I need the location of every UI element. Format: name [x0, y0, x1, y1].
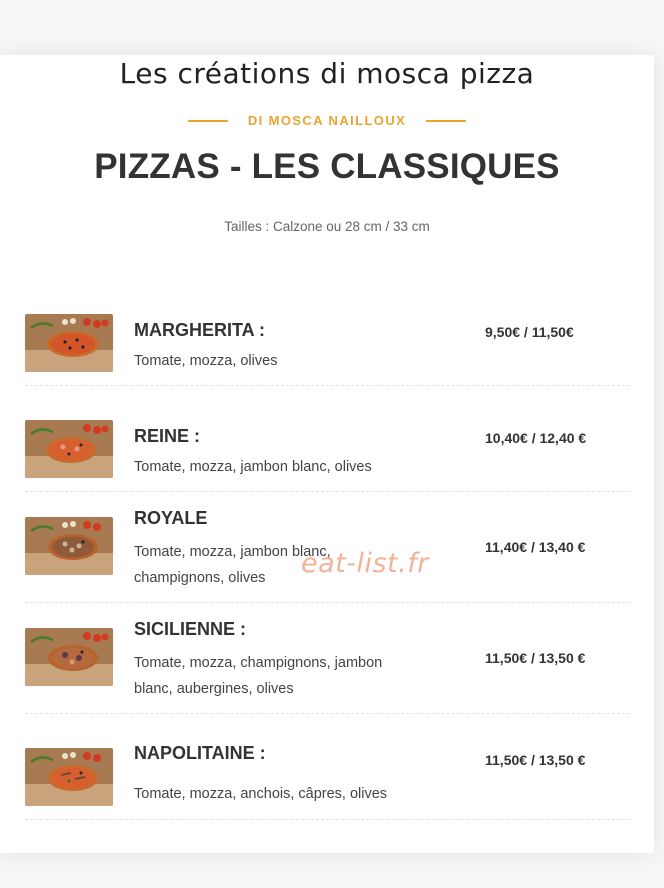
item-description: Tomate, mozza, anchois, câpres, olives: [134, 786, 388, 802]
item-price: 11,50€ / 13,50 €: [485, 650, 586, 666]
menu-script-title: Les créations di mosca pizza: [119, 57, 535, 90]
menu-item-sicilienne: SICILIENNE : Tomate, mozza, champignons,…: [25, 603, 630, 714]
menu-subtitle: DI MOSCA NAILLOUX: [247, 113, 407, 128]
subtitle-divider-left: [187, 119, 228, 122]
sizes-note: Tailles : Calzone ou 28 cm / 33 cm: [224, 219, 430, 234]
menu-card: Les créations di mosca pizza DI MOSCA NA…: [0, 55, 654, 853]
subtitle-row: DI MOSCA NAILLOUX: [0, 113, 654, 128]
item-description: Tomate, mozza, champignons, jambon blanc…: [134, 655, 383, 697]
pizza-margherita-image: [25, 314, 113, 372]
menu-section-title: PIZZAS - LES CLASSIQUES: [94, 147, 560, 186]
pizza-sicilienne-image: [25, 628, 113, 686]
item-name: NAPOLITAINE :: [134, 743, 266, 763]
menu-item-reine: REINE : Tomate, mozza, jambon blanc, oli…: [25, 409, 630, 492]
item-name: ROYALE: [134, 508, 208, 528]
menu-item-margherita: MARGHERITA : Tomate, mozza, olives 9,50€…: [25, 303, 630, 386]
menu-item-napolitaine: NAPOLITAINE : Tomate, mozza, anchois, câ…: [25, 714, 630, 820]
subtitle-divider-right: [426, 119, 467, 122]
item-price: 9,50€ / 11,50€: [485, 324, 574, 340]
item-name: REINE :: [134, 426, 201, 446]
watermark-text: eat-list.fr: [301, 548, 429, 579]
item-price: 11,40€ / 13,40 €: [485, 539, 586, 555]
pizza-reine-image: [25, 420, 113, 478]
item-description: Tomate, mozza, olives: [134, 353, 278, 369]
pizza-napolitaine-image: [25, 748, 113, 806]
item-price: 10,40€ / 12,40 €: [485, 430, 587, 446]
item-name: MARGHERITA :: [134, 320, 265, 340]
item-name: SICILIENNE :: [134, 619, 247, 639]
item-description: Tomate, mozza, jambon blanc, olives: [134, 459, 372, 475]
pizza-royale-image: [25, 517, 113, 575]
item-price: 11,50€ / 13,50 €: [485, 752, 586, 768]
